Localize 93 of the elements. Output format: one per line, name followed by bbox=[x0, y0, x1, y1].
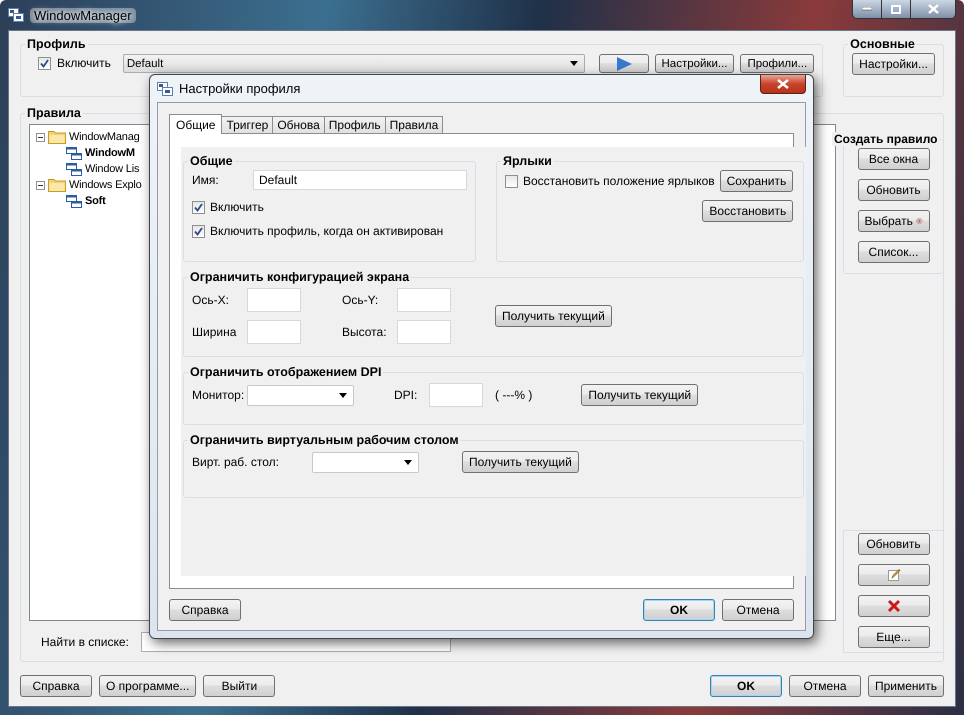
get-current-button[interactable]: Получить текущий bbox=[581, 384, 698, 406]
group-title: Общие bbox=[189, 154, 234, 168]
checkbox[interactable] bbox=[192, 224, 205, 238]
folder-icon bbox=[48, 130, 66, 144]
profile-dropdown[interactable]: Default bbox=[122, 54, 584, 73]
dropdown-arrow-icon bbox=[339, 392, 347, 398]
dialog-button[interactable]: Справка bbox=[169, 599, 241, 621]
action-button[interactable]: Список... bbox=[858, 241, 930, 263]
group-title: Ограничить отображением DPI bbox=[189, 365, 382, 379]
collapse-icon[interactable] bbox=[36, 132, 45, 142]
delete-icon bbox=[886, 599, 900, 613]
get-current-button[interactable]: Получить текущий bbox=[495, 305, 612, 327]
app-icon bbox=[8, 8, 24, 22]
action-button[interactable]: Еще... bbox=[858, 626, 930, 648]
tab[interactable]: Общие bbox=[169, 114, 222, 134]
toolbar-button[interactable]: Настройки... bbox=[654, 54, 734, 73]
tab[interactable]: Обнова bbox=[272, 116, 325, 133]
settings-button[interactable]: Настройки... bbox=[852, 53, 935, 75]
name-field[interactable]: Default bbox=[253, 170, 467, 190]
dialog-button[interactable]: Справка bbox=[20, 675, 92, 697]
checkbox-label: Включить bbox=[57, 56, 111, 70]
tab[interactable]: Триггер bbox=[221, 116, 274, 133]
dialog-button[interactable]: OK bbox=[710, 675, 782, 697]
pick-button[interactable]: Выбрать bbox=[858, 210, 930, 232]
field-label: Ось-X: bbox=[192, 293, 230, 307]
tab[interactable]: Профиль bbox=[324, 116, 386, 133]
maximize-button[interactable] bbox=[882, 0, 911, 18]
field-label: Высота: bbox=[342, 325, 388, 339]
width-field[interactable] bbox=[247, 320, 301, 344]
dialog-button[interactable]: Применить bbox=[868, 675, 944, 697]
checkbox-label: Восстановить положение ярлыков bbox=[523, 174, 715, 188]
height-field[interactable] bbox=[397, 320, 451, 344]
checkbox-label: Включить профиль, когда он активирован bbox=[210, 224, 444, 238]
group-title: Основные bbox=[849, 37, 916, 51]
field-label: Ось-Y: bbox=[342, 293, 380, 307]
tab[interactable]: Правила bbox=[384, 116, 444, 133]
checkbox[interactable] bbox=[192, 200, 205, 214]
group-title: Профиль bbox=[26, 37, 87, 51]
play-icon bbox=[616, 56, 632, 70]
close-button[interactable] bbox=[760, 75, 806, 94]
name-label: Имя: bbox=[192, 173, 220, 187]
field-label: Вирт. раб. стол: bbox=[192, 455, 280, 469]
tree-item[interactable]: Windows Explo bbox=[69, 179, 142, 191]
close-icon bbox=[777, 79, 789, 89]
window-icon bbox=[66, 194, 82, 208]
group-title: Ограничить конфигурацией экрана bbox=[189, 270, 410, 284]
action-button[interactable]: Обновить bbox=[858, 533, 930, 555]
app-icon bbox=[157, 82, 173, 96]
dropdown-arrow-icon bbox=[404, 460, 412, 464]
get-current-button[interactable]: Получить текущий bbox=[462, 451, 579, 473]
edit-button[interactable] bbox=[858, 564, 930, 586]
dialog-button[interactable]: Выйти bbox=[203, 675, 276, 697]
group-title: Создать правило bbox=[832, 132, 940, 146]
x-field[interactable] bbox=[247, 288, 301, 312]
close-icon bbox=[928, 4, 938, 14]
collapse-icon[interactable] bbox=[36, 180, 45, 190]
group-title: Правила bbox=[26, 106, 82, 120]
group-title: Ярлыки bbox=[502, 154, 553, 168]
action-button[interactable]: Обновить bbox=[858, 179, 930, 201]
dialog-button[interactable]: О программе... bbox=[99, 675, 196, 697]
field-label: DPI: bbox=[394, 388, 418, 402]
dialog-title: Настройки профиля bbox=[179, 81, 300, 96]
restore-button[interactable]: Восстановить bbox=[702, 200, 794, 222]
play-button[interactable] bbox=[598, 54, 648, 73]
pencil-icon bbox=[886, 568, 900, 582]
dialog-button[interactable]: OK bbox=[643, 599, 715, 621]
window-icon bbox=[66, 146, 82, 160]
dpi-field[interactable] bbox=[429, 383, 483, 407]
checkbox-label: Включить bbox=[210, 200, 264, 214]
dialog-button[interactable]: Отмена bbox=[722, 599, 794, 621]
maximize-icon bbox=[891, 4, 901, 14]
save-button[interactable]: Сохранить bbox=[720, 170, 794, 192]
group-title: Ограничить виртуальным рабочим столом bbox=[189, 433, 460, 447]
tree-item[interactable]: Window Lis bbox=[85, 163, 140, 175]
dialog-button[interactable]: Отмена bbox=[788, 675, 861, 697]
search-label: Найти в списке: bbox=[41, 635, 129, 649]
field-label: Монитор: bbox=[192, 388, 246, 402]
tree-item[interactable]: WindowM bbox=[85, 147, 135, 159]
folder-icon bbox=[48, 178, 66, 192]
field-label: Ширина bbox=[192, 325, 238, 339]
window-icon bbox=[66, 162, 82, 176]
minimize-icon bbox=[862, 7, 872, 11]
toolbar-button[interactable]: Профили... bbox=[740, 54, 814, 73]
dropdown-arrow-icon bbox=[570, 61, 578, 66]
checkbox[interactable] bbox=[505, 174, 518, 188]
percent-label: ( ---% ) bbox=[495, 388, 532, 402]
action-button[interactable]: Все окна bbox=[858, 148, 930, 170]
tree-item[interactable]: Soft bbox=[85, 195, 106, 207]
tree-item[interactable]: WindowManag bbox=[69, 131, 140, 143]
checkbox[interactable] bbox=[38, 57, 51, 70]
y-field[interactable] bbox=[397, 288, 451, 312]
delete-button[interactable] bbox=[858, 595, 930, 617]
minimize-button[interactable] bbox=[853, 0, 882, 18]
